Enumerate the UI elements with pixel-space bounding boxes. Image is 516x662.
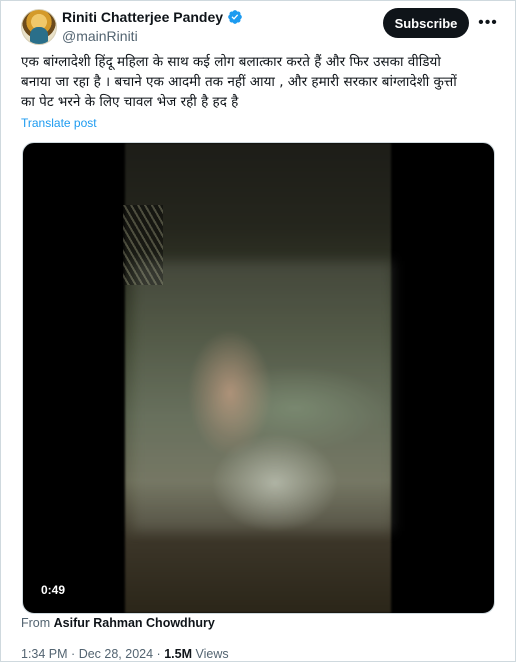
verified-badge-icon	[228, 10, 242, 24]
more-horizontal-icon[interactable]: •••	[477, 11, 499, 35]
meta-separator: ·	[156, 647, 161, 661]
post-text: एक बांग्लादेशी हिंदू महिला के साथ कई लोग…	[21, 54, 457, 110]
video-blur-overlay	[133, 261, 393, 531]
post-date[interactable]: Dec 28, 2024	[79, 647, 153, 661]
post-card: Riniti Chatterjee Pandey @mainRiniti Sub…	[0, 0, 516, 662]
attribution-prefix: From	[21, 616, 51, 630]
video-player[interactable]: 0:49	[22, 142, 495, 614]
views-count: 1.5M	[164, 647, 192, 661]
video-attribution: From Asifur Rahman Chowdhury	[21, 616, 215, 630]
author-name[interactable]: Riniti Chatterjee Pandey	[62, 8, 223, 26]
translate-post-link[interactable]: Translate post	[21, 116, 97, 130]
attribution-source[interactable]: Asifur Rahman Chowdhury	[54, 616, 215, 630]
post-time[interactable]: 1:34 PM	[21, 647, 68, 661]
video-duration-badge: 0:49	[37, 581, 70, 599]
author-handle[interactable]: @mainRiniti	[62, 27, 138, 45]
views-label: Views	[195, 647, 229, 661]
avatar[interactable]	[21, 9, 57, 45]
post-header: Riniti Chatterjee Pandey @mainRiniti Sub…	[21, 7, 499, 45]
subscribe-button[interactable]: Subscribe	[383, 8, 469, 38]
author-name-row[interactable]: Riniti Chatterjee Pandey	[62, 8, 243, 26]
meta-separator: ·	[71, 647, 76, 661]
post-meta: 1:34 PM · Dec 28, 2024 · 1.5M Views	[21, 647, 229, 661]
